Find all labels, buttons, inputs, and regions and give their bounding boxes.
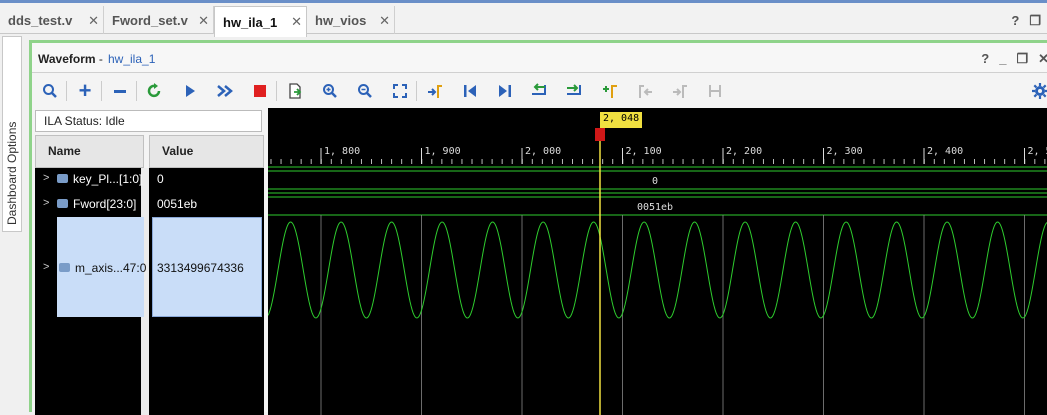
restore-icon[interactable]: ❐	[1016, 51, 1028, 67]
timeline-tick-label: 2, 200	[726, 146, 762, 157]
waveform-title-bar: Waveform - hw_ila_1 ? _ ❐ ✕	[32, 43, 1047, 73]
timeline-tick-label: 2, 50	[1028, 146, 1047, 157]
add-marker-icon[interactable]	[598, 79, 622, 103]
zoom-in-icon[interactable]	[318, 79, 342, 103]
prev-marker-icon[interactable]	[633, 79, 657, 103]
signal-row-key[interactable]: > key_Pl...[1:0] 0	[35, 168, 264, 192]
close-icon[interactable]: ✕	[291, 14, 302, 30]
sine-wave	[268, 222, 1047, 318]
bus-icon	[57, 199, 68, 208]
run-icon[interactable]	[178, 79, 202, 103]
cursor-handle[interactable]	[595, 128, 605, 141]
help-icon[interactable]: ?	[1011, 13, 1019, 29]
tab-label: hw_vios	[315, 13, 366, 28]
close-icon[interactable]: ✕	[1038, 51, 1047, 67]
zoom-out-icon[interactable]	[353, 79, 377, 103]
remove-icon[interactable]	[108, 79, 132, 103]
minimize-icon[interactable]: _	[999, 51, 1006, 67]
export-icon[interactable]	[283, 79, 307, 103]
stop-icon[interactable]	[248, 79, 272, 103]
close-icon[interactable]: ✕	[198, 13, 209, 29]
signal-value: 0	[157, 172, 164, 186]
bus-icon	[57, 174, 68, 183]
close-icon[interactable]: ✕	[88, 13, 99, 29]
chevron-right-icon[interactable]: >	[43, 261, 49, 273]
tab-label: Fword_set.v	[112, 13, 188, 28]
signal-row-m-axis[interactable]: > m_axis...47:0 3313499674336	[35, 257, 264, 281]
dashboard-options-tab[interactable]: Dashboard Options	[2, 36, 22, 232]
chevron-right-icon[interactable]: >	[43, 197, 49, 209]
bus-value-key: 0	[652, 176, 658, 187]
tab-dds-test[interactable]: dds_test.v ✕	[0, 6, 104, 34]
next-transition-icon[interactable]	[563, 79, 587, 103]
tab-hw-ila-1[interactable]: hw_ila_1 ✕	[214, 6, 307, 37]
add-icon[interactable]: +	[73, 79, 97, 103]
help-icon[interactable]: ?	[981, 51, 989, 67]
restore-icon[interactable]: ❐	[1029, 13, 1041, 29]
swap-cursor-icon[interactable]	[703, 79, 727, 103]
chevron-right-icon[interactable]: >	[43, 172, 49, 184]
value-column-header[interactable]: Value	[149, 135, 264, 168]
ila-status-field: ILA Status: Idle	[35, 110, 262, 132]
refresh-icon[interactable]	[143, 79, 167, 103]
bus-icon	[59, 263, 70, 272]
go-first-icon[interactable]	[458, 79, 482, 103]
waveform-canvas[interactable]: 0 0051eb 1, 800 1, 900 2, 000 2, 100 2, 200 2…	[268, 108, 1047, 415]
bus-value-fword: 0051eb	[637, 202, 673, 213]
timeline-tick-label: 1, 800	[324, 146, 360, 157]
signal-value: 0051eb	[157, 197, 197, 211]
timeline-tick-label: 2, 400	[927, 146, 963, 157]
settings-icon[interactable]	[1028, 79, 1047, 103]
marker-icon[interactable]	[423, 79, 447, 103]
next-marker-icon[interactable]	[668, 79, 692, 103]
timeline-tick-label: 2, 100	[626, 146, 662, 157]
signal-name: Fword[23:0]	[73, 197, 136, 211]
signal-row-fword[interactable]: > Fword[23:0] 0051eb	[35, 193, 264, 217]
timeline-tick-label: 1, 900	[425, 146, 461, 157]
go-last-icon[interactable]	[493, 79, 517, 103]
zoom-fit-icon[interactable]	[388, 79, 412, 103]
window-subtitle: hw_ila_1	[108, 52, 155, 66]
signal-name: m_axis...47:0	[75, 261, 146, 275]
timeline-tick-label: 2, 000	[525, 146, 561, 157]
prev-transition-icon[interactable]	[528, 79, 552, 103]
search-icon[interactable]	[38, 79, 62, 103]
editor-tab-bar: dds_test.v ✕ Fword_set.v ✕ hw_ila_1 ✕ hw…	[0, 0, 1047, 34]
waveform-plot: 0 0051eb 1, 800 1, 900 2, 000 2, 100 2, 200 2…	[268, 108, 1047, 415]
waveform-window: Waveform - hw_ila_1 ? _ ❐ ✕ +	[29, 40, 1047, 412]
dashboard-options-label: Dashboard Options	[5, 122, 19, 225]
name-column-header[interactable]: Name	[35, 135, 144, 168]
signal-name: key_Pl...[1:0]	[73, 172, 142, 186]
tab-label: dds_test.v	[8, 13, 72, 28]
close-icon[interactable]: ✕	[379, 13, 390, 29]
signal-value: 3313499674336	[157, 261, 244, 275]
run-all-icon[interactable]	[213, 79, 237, 103]
waveform-toolbar: +	[32, 75, 1047, 107]
tab-fword-set[interactable]: Fword_set.v ✕	[104, 6, 214, 34]
window-title: Waveform -	[38, 52, 103, 66]
cursor-time-label: 2, 048	[600, 112, 642, 128]
timeline-tick-label: 2, 300	[827, 146, 863, 157]
tab-label: hw_ila_1	[223, 15, 277, 30]
tab-hw-vios[interactable]: hw_vios ✕	[307, 6, 395, 34]
